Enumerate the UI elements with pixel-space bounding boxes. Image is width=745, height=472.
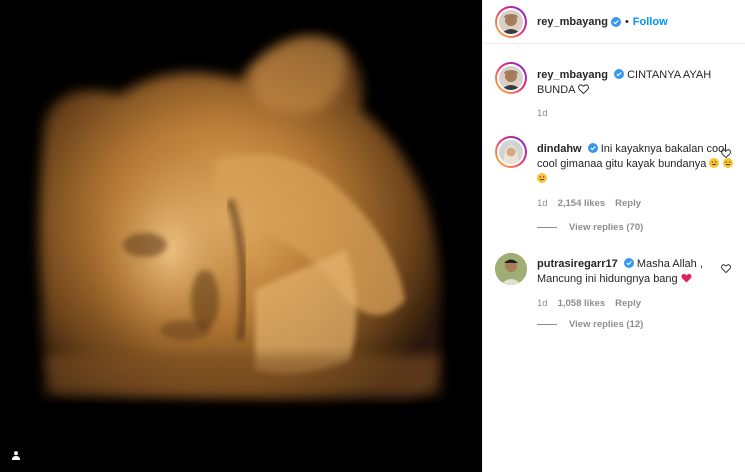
divider-line [537,227,557,228]
profile-photo-icon [495,253,527,285]
instagram-post-view: rey_mbayang • Follow rey_mbayang CINTANY… [0,0,745,472]
commenter-avatar[interactable] [495,136,527,168]
verified-badge-icon [623,258,634,268]
comment-username[interactable]: dindahw [537,143,582,155]
verified-badge-icon [610,16,621,27]
comment-time: 1d [537,198,548,209]
view-replies-label: View replies (70) [569,222,644,233]
verified-badge-icon [587,143,598,153]
post-header: rey_mbayang • Follow [483,0,745,44]
reply-button[interactable]: Reply [615,196,641,211]
comment-likes[interactable]: 2,154 likes [558,196,606,211]
like-comment-heart-icon[interactable] [721,262,731,276]
grinning-sweat-emoji-icon [537,173,547,185]
post-caption: rey_mbayang CINTANYA AYAH BUNDA 1d [495,62,735,121]
post-side-panel: rey_mbayang • Follow rey_mbayang CINTANY… [482,0,745,472]
reply-button[interactable]: Reply [615,296,641,311]
like-comment-heart-icon[interactable] [721,147,731,161]
comment-item: putrasiregarr17 Masha Allah , Mancung in… [495,253,735,311]
author-avatar[interactable] [495,5,527,38]
caption-time: 1d [537,108,548,119]
follow-button[interactable]: Follow [633,16,668,28]
user-tag-icon[interactable] [9,448,23,462]
profile-photo-icon [499,9,523,34]
verified-badge-icon [614,69,624,79]
profile-photo-icon [499,140,523,164]
comment-item: dindahw Ini kayaknya bakalan cool cool g… [495,136,735,211]
view-replies-button[interactable]: View replies (70) [537,222,643,233]
separator-dot: • [624,15,629,28]
profile-photo-icon [499,66,523,90]
view-replies-label: View replies (12) [569,319,644,330]
view-replies-button[interactable]: View replies (12) [537,319,643,330]
divider-line [537,324,557,325]
author-username[interactable]: rey_mbayang [537,16,608,28]
caption-username[interactable]: rey_mbayang [537,69,608,81]
caption-author-avatar[interactable] [495,62,527,94]
comment-likes[interactable]: 1,058 likes [558,296,606,311]
comment-time: 1d [537,298,548,309]
grinning-sweat-emoji-icon [709,158,720,170]
post-media-image[interactable] [0,0,482,472]
commenter-avatar[interactable] [495,253,527,285]
ultrasound-image [0,0,482,472]
white-heart-emoji-icon [578,84,589,96]
comment-username[interactable]: putrasiregarr17 [537,258,618,270]
red-heart-emoji-icon [681,273,692,285]
